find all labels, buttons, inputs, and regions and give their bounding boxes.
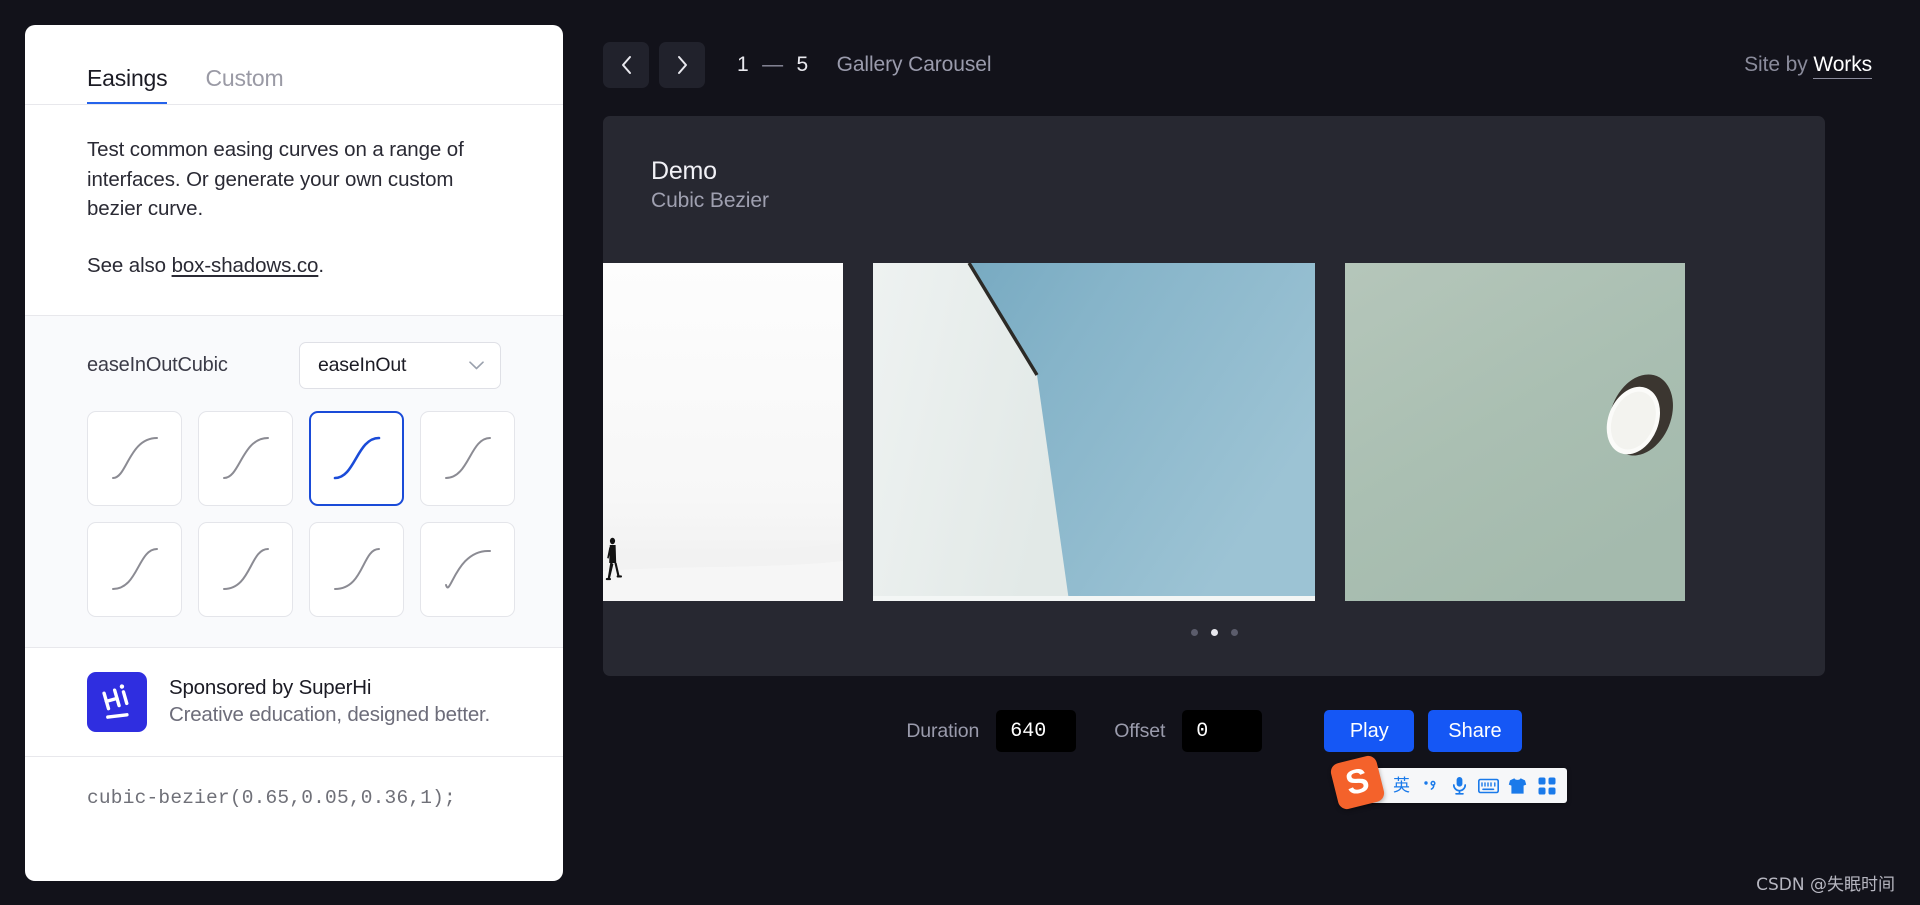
offset-input[interactable] [1182,710,1263,752]
playback-controls: Duration Offset Play Share [603,710,1825,752]
main-preview-area: 1 — 5 Gallery Carousel Site by Works Dem… [563,0,1920,905]
carousel-dot-2[interactable] [1230,629,1238,636]
app-grid-icon[interactable] [1535,774,1558,797]
share-button[interactable]: Share [1428,710,1522,752]
carousel-dots [603,629,1825,636]
superhi-logo-icon [87,671,147,732]
easing-curve-cell-6[interactable] [309,521,404,617]
easing-curve-cell-1[interactable] [198,410,293,506]
sidebar-intro: Test common easing curves on a range of … [25,105,563,316]
sponsor-subtitle: Creative education, designed better. [169,702,491,726]
easing-curve-cell-3[interactable] [420,410,515,506]
sponsor-banner[interactable]: Sponsored by SuperHi Creative education,… [25,648,563,757]
current-easing-name: easeInOutCubic [87,353,228,376]
csdn-watermark: CSDN @失眠时间 [1756,875,1895,895]
intro-period: . [318,254,324,278]
carousel-dot-0[interactable] [1190,629,1198,636]
easings-sidebar-panel: Easings Custom Test common easing curves… [25,25,563,881]
easing-type-select-value: easeInOut [318,353,407,376]
carousel-slide-sage-wall-lamp[interactable] [1345,263,1685,606]
demo-counter-total: 5 [796,53,809,76]
duration-input[interactable] [996,710,1077,752]
chevron-right-icon [676,55,689,75]
sidebar-tabs: Easings Custom [25,25,563,105]
keyboard-icon[interactable] [1477,774,1500,797]
chevron-left-icon [620,55,633,75]
punctuation-icon[interactable] [1419,774,1442,797]
ime-items: 英 [1390,774,1558,797]
sponsor-text: Sponsored by SuperHi Creative education,… [169,675,490,728]
demo-canvas: Demo Cubic Bezier [603,116,1825,676]
microphone-icon[interactable] [1448,774,1471,797]
easing-curve-cell-2[interactable] [309,410,404,506]
cubic-bezier-code-text[interactable]: cubic-bezier(0.65,0.05,0.36,1); [87,787,456,809]
easing-picker-area: easeInOutCubic easeInOut [25,315,563,648]
carousel-slide-white-building-blue-sky[interactable] [873,262,1315,606]
tab-easings[interactable]: Easings [87,67,168,104]
intro-paragraph-2: See also box-shadows.co. [87,251,501,281]
site-credit: Site by Works [1744,53,1872,79]
app-root: Easings Custom Test common easing curves… [0,0,1920,905]
demo-counter-dash: — [762,53,784,76]
easing-curve-cell-4[interactable] [87,521,182,617]
easing-curve-cell-5[interactable] [198,521,293,617]
sponsor-title: Sponsored by SuperHi [169,676,372,700]
intro-paragraph-1: Test common easing curves on a range of … [87,138,464,221]
next-demo-button[interactable] [659,42,705,88]
demo-counter-current: 1 [737,53,750,76]
canvas-heading-block: Demo Cubic Bezier [651,156,769,216]
tab-custom[interactable]: Custom [205,67,283,104]
carousel-slide-walking-figure-snow[interactable] [603,263,843,606]
generated-css-code: cubic-bezier(0.65,0.05,0.36,1); [25,757,563,881]
play-button[interactable]: Play [1324,710,1415,752]
easing-header-row: easeInOutCubic easeInOut [87,341,501,389]
easing-type-select[interactable]: easeInOut [299,341,501,389]
easing-curve-cell-0[interactable] [87,410,182,506]
canvas-heading: Demo [651,157,717,185]
carousel-dot-1[interactable] [1210,629,1218,636]
site-credit-prefix: Site by [1744,53,1814,76]
skin-shirt-icon[interactable] [1506,774,1529,797]
works-link[interactable]: Works [1813,53,1872,79]
offset-label: Offset [1114,719,1166,742]
easing-curve-cell-7[interactable] [420,521,515,617]
sogou-logo-letter: S [1341,760,1373,803]
demo-counter: 1 — 5 [737,53,809,77]
chinese-english-toggle-icon[interactable]: 英 [1390,774,1413,797]
canvas-subheading: Cubic Bezier [651,189,769,213]
prev-demo-button[interactable] [603,42,649,88]
box-shadows-link[interactable]: box-shadows.co [172,254,319,277]
easing-curve-grid [87,410,515,617]
demo-name-label: Gallery Carousel [836,53,992,76]
duration-label: Duration [906,719,980,742]
intro-see-also-prefix: See also [87,254,172,278]
sogou-ime-toolbar: S 英 [1329,754,1567,811]
preview-topbar: 1 — 5 Gallery Carousel Site by Works [603,42,1872,88]
carousel-track[interactable] [603,262,1685,606]
chevron-down-icon [469,361,484,370]
